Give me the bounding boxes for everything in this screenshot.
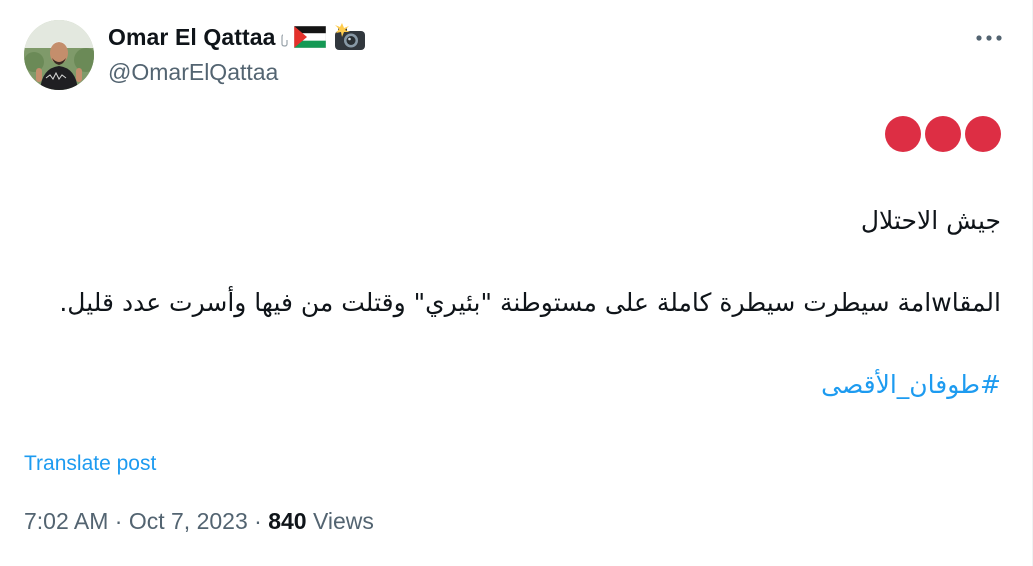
more-options-button[interactable] bbox=[972, 24, 1006, 52]
red-circle-icon bbox=[925, 116, 961, 152]
tweet-line-2: المقاwامة سيطرت سيطرة كاملة على مستوطنة … bbox=[59, 288, 1001, 317]
translate-post-link[interactable]: Translate post bbox=[24, 452, 156, 476]
tweet-meta: 7:02 AM · Oct 7, 2023 · 840 Views bbox=[24, 508, 374, 535]
meta-separator: · bbox=[247, 508, 269, 534]
hashtag-link[interactable]: #طوفان_الأقصى bbox=[21, 368, 1001, 402]
hand-icon bbox=[280, 33, 288, 47]
tweet-date[interactable]: Oct 7, 2023 bbox=[129, 508, 248, 535]
ellipsis-icon bbox=[976, 35, 1002, 41]
tweet-text: جيش الاحتلال المقاwامة سيطرت سيطرة كاملة… bbox=[21, 112, 1001, 402]
meta-separator: · bbox=[108, 508, 129, 534]
red-circles-emoji bbox=[21, 116, 1001, 160]
red-circle-icon bbox=[885, 116, 921, 152]
camera-flash-icon bbox=[334, 23, 366, 51]
tweet-line-1: جيش الاحتلال bbox=[860, 206, 1001, 235]
avatar[interactable] bbox=[24, 20, 94, 90]
views-label: Views bbox=[306, 508, 374, 534]
display-name[interactable]: Omar El Qattaa bbox=[108, 24, 276, 51]
author-handle[interactable]: @OmarElQattaa bbox=[108, 59, 366, 86]
tweet-time[interactable]: 7:02 AM bbox=[24, 508, 108, 535]
tweet-header: Omar El Qattaa @OmarElQattaa bbox=[108, 22, 366, 86]
views-count: 840 bbox=[268, 508, 307, 534]
red-circle-icon bbox=[965, 116, 1001, 152]
tweet-card: Omar El Qattaa @OmarElQattaa جيش الاحتلا… bbox=[0, 0, 1033, 566]
palestine-flag-icon bbox=[293, 25, 326, 49]
name-row: Omar El Qattaa bbox=[108, 22, 366, 52]
